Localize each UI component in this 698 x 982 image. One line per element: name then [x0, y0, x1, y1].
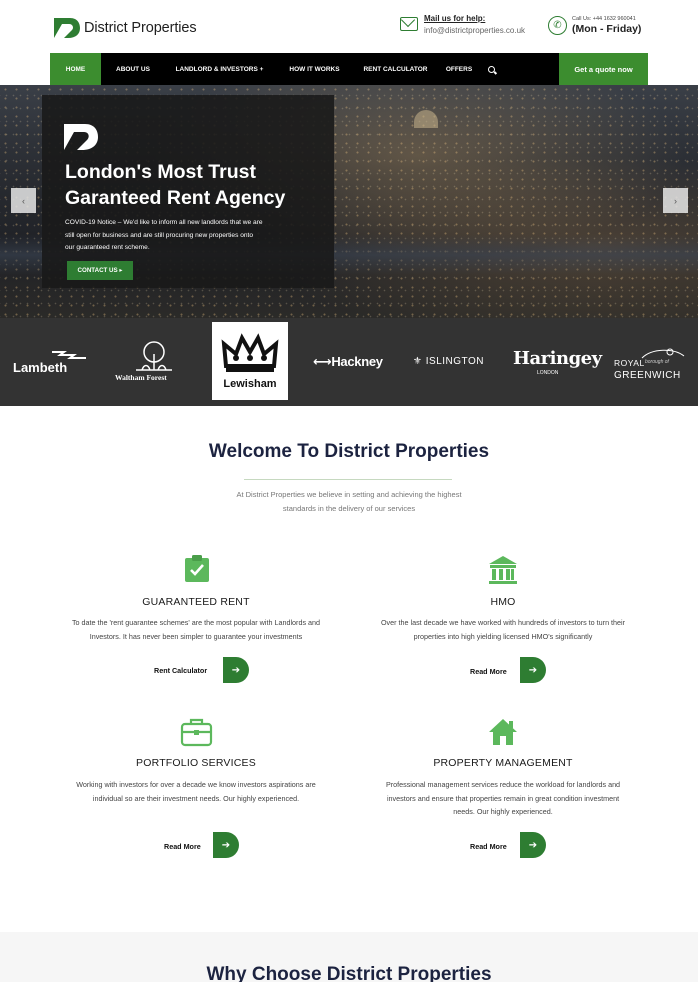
feature-desc-guaranteed-rent: To date the 'rent guarantee schemes' are… [46, 616, 346, 643]
islington-logo: ⚜ ISLINGTON [413, 356, 484, 367]
logo-text: District Properties [84, 20, 197, 36]
feature-title-hmo: HMO [490, 596, 516, 608]
hmo-read-more-link[interactable]: Read More [470, 667, 507, 676]
nav-landlord-investors[interactable]: LANDLORD & INVESTORS + [165, 53, 274, 85]
rent-calculator-link[interactable]: Rent Calculator [154, 666, 207, 675]
feature-desc-line: Working with investors for over a decade… [76, 780, 316, 789]
feature-desc-hmo: Over the last decade we have worked with… [353, 616, 653, 643]
envelope-icon [400, 17, 418, 31]
feature-desc-line: Investors. It has never been simpler to … [89, 631, 303, 641]
briefcase-icon [180, 718, 213, 747]
feature-desc-line: Professional management services reduce … [385, 780, 621, 789]
feature-desc-property-management: Professional management services reduce … [353, 778, 653, 819]
site-header: District Properties Mail us for help: in… [0, 0, 698, 53]
hero-title: London's Most Trust Garanteed Rent Agenc… [65, 159, 325, 211]
hero-title-line-1: London's Most Trust [65, 161, 256, 183]
borough-logos-strip: Lambeth Waltham Forest Lewisham ⟷Hackney… [0, 318, 698, 406]
property-management-read-more-arrow-button[interactable]: ➔ [520, 832, 546, 858]
nav-search-button[interactable] [482, 53, 500, 85]
logo-mark-icon [54, 18, 80, 38]
hero-panel: London's Most Trust Garanteed Rent Agenc… [42, 95, 334, 288]
feature-desc-line: properties into high yielding licensed H… [413, 631, 593, 641]
arrow-right-icon: ➔ [221, 839, 231, 851]
nav-about-us[interactable]: ABOUT US [101, 53, 165, 85]
clipboard-check-icon [185, 555, 209, 582]
slider-prev-button[interactable]: ‹ [11, 188, 36, 213]
nav-how-it-works[interactable]: HOW IT WORKS [274, 53, 355, 85]
covid-notice: COVID-19 Notice – We'd like to inform al… [65, 217, 305, 255]
house-icon [489, 719, 517, 745]
haringey-logo: Haringey [513, 348, 602, 369]
nav-home[interactable]: HOME [50, 53, 101, 85]
search-icon [487, 65, 495, 73]
phone-number[interactable]: Call Us: +44 1632 960041 [572, 16, 641, 22]
greenwich-swoosh-icon [641, 348, 685, 359]
feature-desc-line: Over the last decade we have worked with… [380, 618, 626, 627]
welcome-title: Welcome To District Properties [208, 441, 490, 462]
rent-calculator-arrow-button[interactable]: ➔ [223, 657, 249, 683]
welcome-subtitle: At District Properties we believe in set… [199, 488, 499, 515]
arrow-right-icon: ➔ [528, 664, 538, 676]
lewisham-label: Lewisham [223, 378, 277, 390]
phone-contact[interactable]: ✆ Call Us: +44 1632 960041 (Mon - Friday… [548, 16, 641, 35]
welcome-subtitle-line-1: At District Properties we believe in set… [236, 490, 462, 499]
covid-notice-line-2: still open for business and are still pr… [65, 231, 254, 239]
portfolio-read-more-link[interactable]: Read More [164, 842, 201, 851]
hero-dome [414, 110, 438, 128]
feature-desc-line: To date the 'rent guarantee schemes' are… [71, 618, 321, 627]
covid-notice-line-3: our guaranteed rent scheme. [65, 244, 150, 251]
nav-rent-calculator[interactable]: RENT CALCULATOR [355, 53, 436, 85]
crown-icon [221, 333, 279, 372]
feature-desc-line: investors and ensure that properties rem… [386, 793, 620, 803]
property-management-read-more-link[interactable]: Read More [470, 842, 507, 851]
feature-desc-line: needs. Our highly experienced. [453, 807, 553, 816]
mail-title: Mail us for help: [424, 14, 486, 23]
lewisham-logo: Lewisham [212, 322, 288, 400]
lambeth-logo: Lambeth [13, 360, 68, 375]
waltham-tree-icon [136, 341, 172, 371]
haringey-sub: LONDON [537, 370, 559, 376]
feature-title-property-management: PROPERTY MANAGEMENT [433, 757, 573, 769]
get-quote-button[interactable]: Get a quote now [559, 53, 648, 85]
greenwich-label: GREENWICH [614, 370, 681, 381]
feature-title-portfolio-services: PORTFOLIO SERVICES [136, 757, 256, 769]
phone-icon: ✆ [548, 16, 567, 35]
covid-notice-line-1: COVID-19 Notice – We'd like to inform al… [65, 219, 263, 226]
site-logo[interactable]: District Properties [52, 16, 197, 40]
mail-address[interactable]: info@districtproperties.co.uk [424, 26, 525, 35]
hero-logo-icon [64, 124, 98, 150]
hackney-logo: ⟷Hackney [313, 354, 383, 369]
welcome-subtitle-line-2: standards in the delivery of our service… [282, 503, 416, 513]
feature-desc-line: individual so are their investment needs… [92, 793, 300, 803]
hmo-read-more-arrow-button[interactable]: ➔ [520, 657, 546, 683]
hero-slider: London's Most Trust Garanteed Rent Agenc… [0, 85, 698, 318]
why-choose-title: Why Choose District Properties [206, 964, 492, 982]
nav-offers[interactable]: OFFERS [436, 53, 482, 85]
portfolio-read-more-arrow-button[interactable]: ➔ [213, 832, 239, 858]
contact-us-button[interactable]: CONTACT US ▸ [67, 261, 133, 280]
waltham-forest-logo: Waltham Forest [115, 373, 167, 382]
office-hours: (Mon - Friday) [572, 23, 642, 35]
arrow-right-icon: ➔ [528, 839, 538, 851]
slider-next-button[interactable]: › [663, 188, 688, 213]
hero-title-line-2: Garanteed Rent Agency [65, 187, 286, 209]
feature-title-guaranteed-rent: GUARANTEED RENT [142, 596, 250, 608]
welcome-divider [244, 479, 452, 480]
main-nav: HOME ABOUT US LANDLORD & INVESTORS + HOW… [50, 53, 648, 85]
mail-contact[interactable]: Mail us for help: info@districtpropertie… [400, 14, 525, 35]
feature-desc-portfolio-services: Working with investors for over a decade… [46, 778, 346, 805]
bank-building-icon [489, 556, 517, 584]
arrow-right-icon: ➔ [231, 664, 241, 676]
